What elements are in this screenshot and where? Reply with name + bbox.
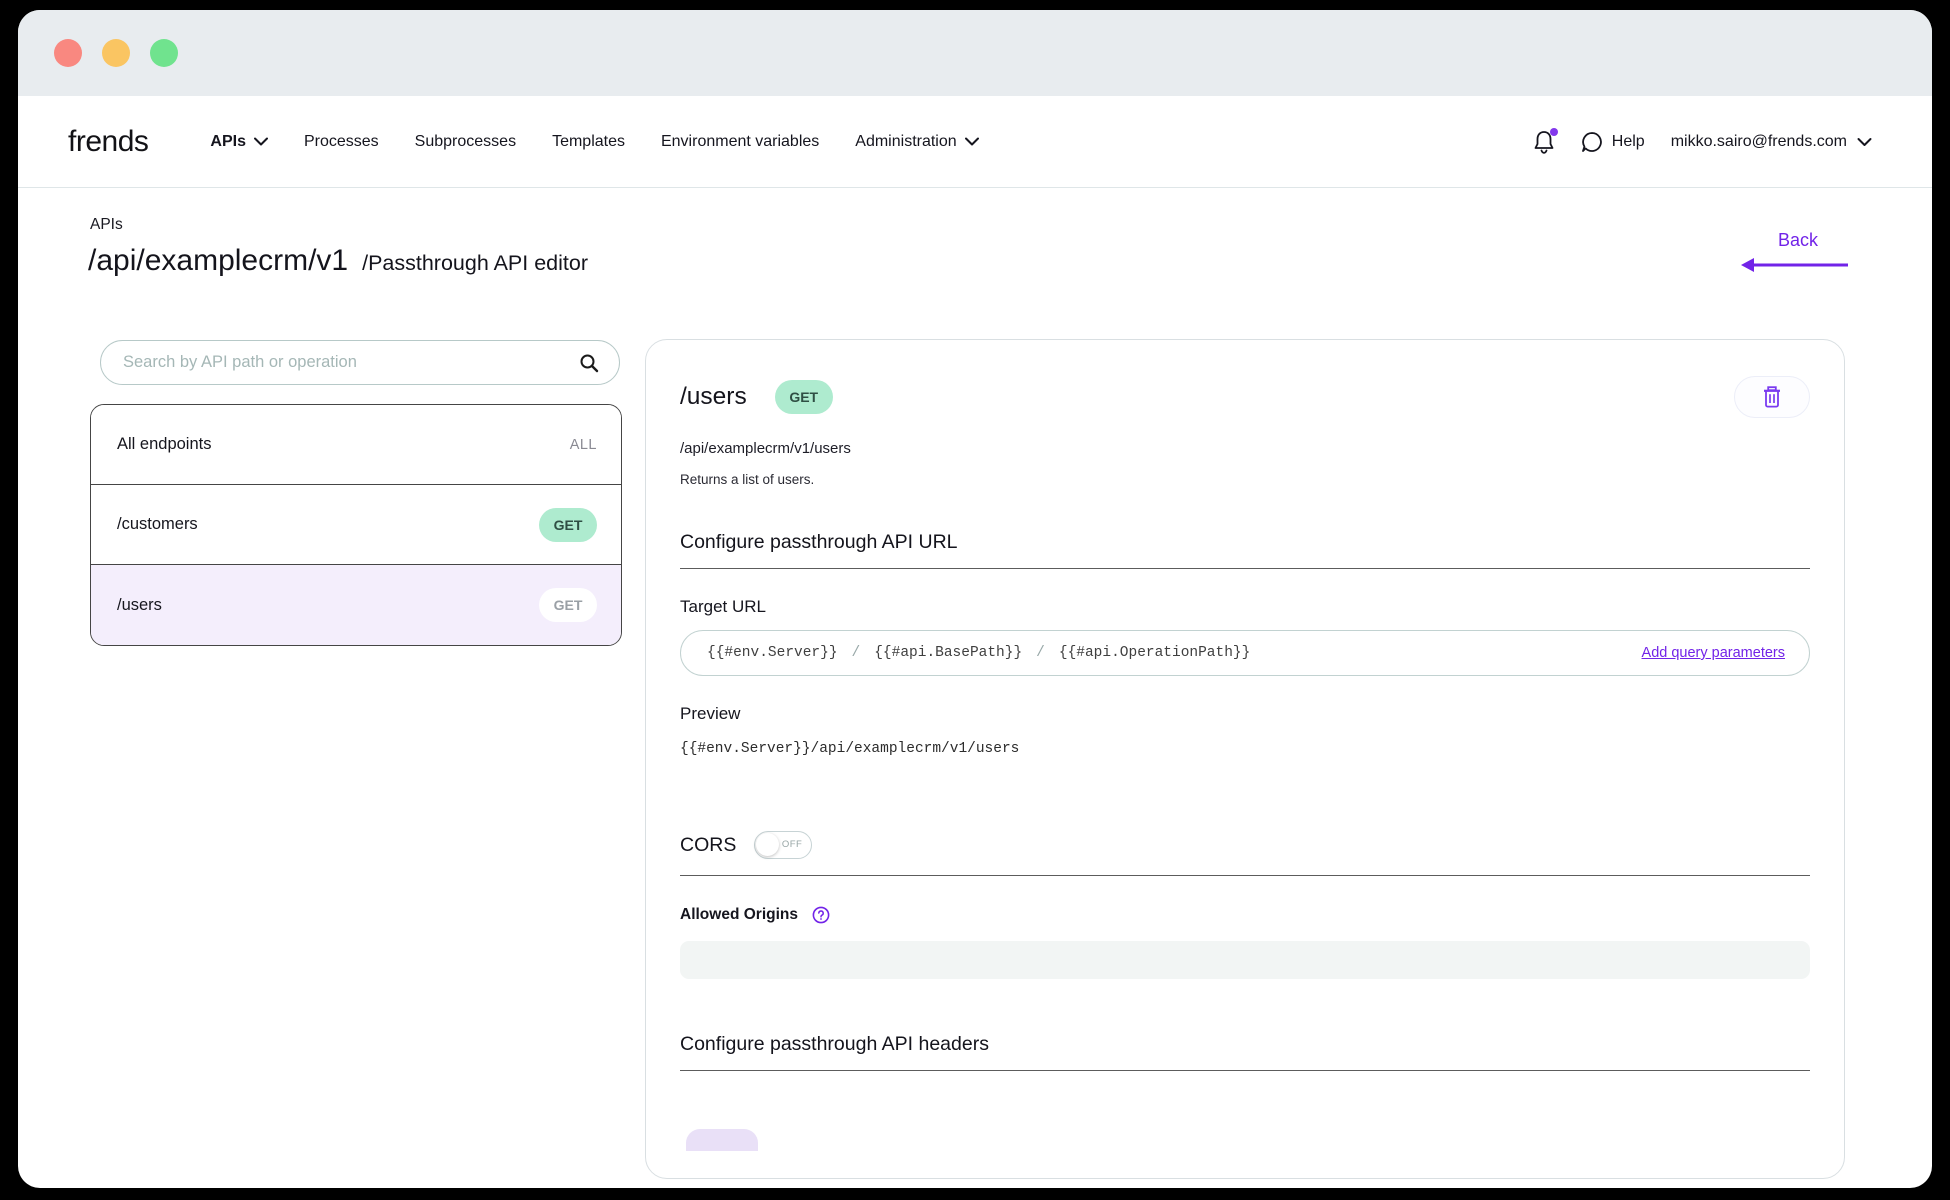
chevron-down-icon: [254, 137, 268, 146]
question-circle-icon[interactable]: [812, 906, 830, 924]
headers-section-heading: Configure passthrough API headers: [680, 1033, 1810, 1056]
minimize-window-button[interactable]: [102, 39, 130, 67]
toggle-knob: [756, 833, 779, 856]
screen: frends APIs Processes Subprocesses Templ…: [0, 0, 1950, 1200]
delete-endpoint-button[interactable]: [1734, 376, 1810, 418]
endpoint-list: All endpoints ALL /customers GET /users …: [90, 404, 622, 646]
endpoint-description: Returns a list of users.: [680, 472, 1810, 487]
endpoint-row-customers[interactable]: /customers GET: [91, 485, 621, 565]
section-divider: [680, 568, 1810, 569]
endpoint-row-all[interactable]: All endpoints ALL: [91, 405, 621, 485]
add-query-parameters-link[interactable]: Add query parameters: [1642, 645, 1785, 661]
badge-all: ALL: [570, 437, 597, 453]
preview-label: Preview: [680, 704, 1810, 724]
help-label: Help: [1612, 133, 1645, 151]
search-icon[interactable]: [579, 353, 599, 373]
target-url-input[interactable]: {{#env.Server}} / {{#api.BasePath}} / {{…: [680, 630, 1810, 676]
nav-item-administration[interactable]: Administration: [855, 133, 978, 151]
allowed-origins-label: Allowed Origins: [680, 906, 798, 924]
search-input[interactable]: [123, 353, 579, 372]
navbar-right-group: Help mikko.sairo@frends.com: [1533, 130, 1872, 154]
cors-toggle[interactable]: OFF: [754, 831, 812, 859]
endpoint-row-users[interactable]: /users GET: [91, 565, 621, 645]
url-token-basepath: {{#api.BasePath}}: [874, 645, 1022, 661]
url-separator: /: [1036, 645, 1045, 661]
get-method-badge: GET: [775, 380, 833, 414]
passthrough-editor-panel: /users GET /api/examplecrm/v1/users Retu…: [645, 339, 1845, 1179]
user-email: mikko.sairo@frends.com: [1671, 133, 1847, 151]
close-window-button[interactable]: [54, 39, 82, 67]
endpoint-search: [100, 340, 620, 385]
url-token-server: {{#env.Server}}: [707, 645, 838, 661]
window-titlebar: [18, 10, 1932, 96]
toggle-state-label: OFF: [782, 839, 803, 850]
frends-logo[interactable]: frends: [68, 125, 148, 159]
endpoint-path: /users: [680, 383, 747, 411]
nav-item-templates[interactable]: Templates: [552, 133, 625, 151]
help-button[interactable]: Help: [1581, 131, 1645, 153]
nav-item-apis[interactable]: APIs: [210, 133, 268, 151]
section-divider: [680, 875, 1810, 876]
back-label: Back: [1738, 230, 1858, 251]
partial-hidden-pill: [686, 1129, 758, 1151]
chevron-down-icon: [965, 137, 979, 146]
allowed-origins-row: Allowed Origins: [680, 906, 1810, 924]
arrow-left-icon: [1738, 257, 1858, 273]
endpoint-full-path: /api/examplecrm/v1/users: [680, 440, 1810, 457]
page-title: /api/examplecrm/v1: [88, 244, 348, 278]
url-section-heading: Configure passthrough API URL: [680, 531, 1810, 554]
breadcrumb: APIs: [90, 216, 123, 234]
cors-row: CORS OFF: [680, 831, 1810, 859]
chevron-down-icon: [1857, 137, 1872, 147]
traffic-lights: [54, 39, 178, 67]
editor-header: /users GET: [680, 376, 1810, 418]
allowed-origins-input[interactable]: [680, 941, 1810, 979]
main-navigation: APIs Processes Subprocesses Templates En…: [210, 133, 978, 151]
target-url-label: Target URL: [680, 597, 1810, 617]
nav-item-environment-variables[interactable]: Environment variables: [661, 133, 819, 151]
page-subtitle: /Passthrough API editor: [362, 251, 588, 276]
page-title-row: /api/examplecrm/v1 /Passthrough API edit…: [88, 244, 588, 278]
get-method-badge: GET: [539, 588, 597, 622]
notifications-bell-icon[interactable]: [1533, 130, 1555, 154]
help-bubble-icon: [1581, 131, 1603, 153]
cors-label: CORS: [680, 834, 736, 857]
preview-url-value: {{#env.Server}}/api/examplecrm/v1/users: [680, 741, 1810, 757]
maximize-window-button[interactable]: [150, 39, 178, 67]
trash-icon: [1762, 386, 1782, 408]
url-separator: /: [852, 645, 861, 661]
get-method-badge: GET: [539, 508, 597, 542]
app-window: frends APIs Processes Subprocesses Templ…: [18, 10, 1932, 1188]
url-token-operationpath: {{#api.OperationPath}}: [1059, 645, 1250, 661]
user-menu[interactable]: mikko.sairo@frends.com: [1671, 133, 1872, 151]
section-divider: [680, 1070, 1810, 1071]
notification-dot: [1550, 128, 1558, 136]
nav-item-processes[interactable]: Processes: [304, 133, 379, 151]
top-navbar: frends APIs Processes Subprocesses Templ…: [18, 96, 1932, 188]
nav-item-subprocesses[interactable]: Subprocesses: [415, 133, 516, 151]
back-button[interactable]: Back: [1738, 230, 1858, 273]
